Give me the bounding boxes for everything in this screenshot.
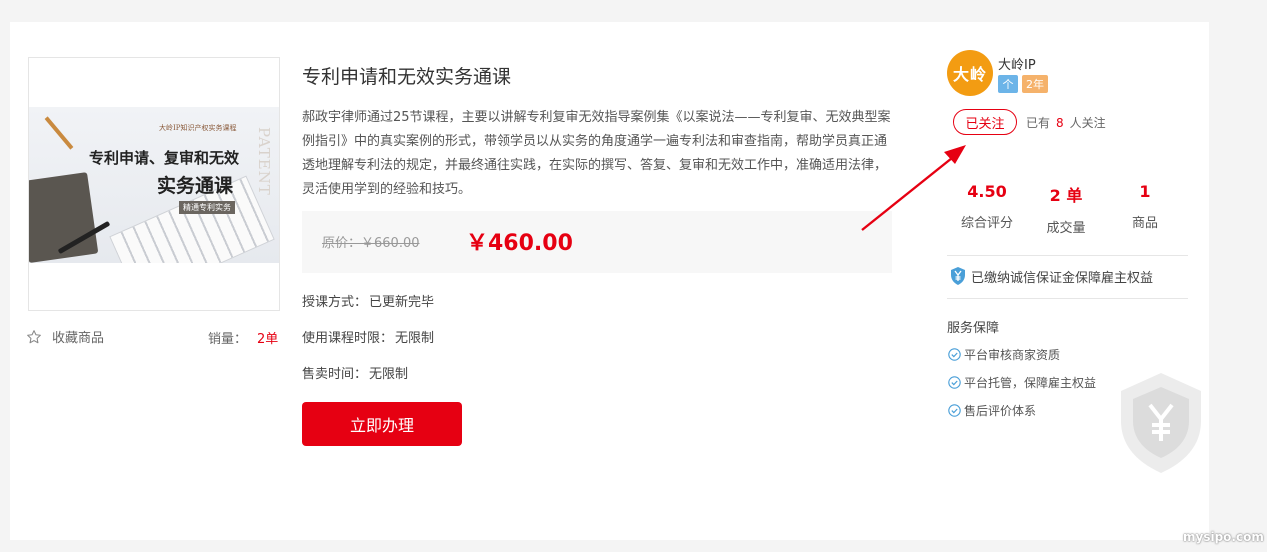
site-watermark: mysipo.com bbox=[1183, 530, 1264, 544]
stat-label: 成交量 bbox=[1046, 221, 1086, 236]
banner-line-1: 专利申请、复审和无效 bbox=[89, 149, 240, 167]
sales-value: 2单 bbox=[257, 332, 279, 347]
check-circle-icon bbox=[948, 348, 961, 361]
banner-line-2: 实务通课 bbox=[157, 175, 234, 197]
sales-count: 销量： 2单 bbox=[208, 328, 278, 347]
service-label: 平台审核商家资质 bbox=[964, 348, 1061, 362]
check-circle-icon bbox=[948, 404, 961, 417]
product-title: 专利申请和无效实务通课 bbox=[302, 66, 512, 88]
product-image[interactable]: 大岭IP知识产权实务课程 专利申请、复审和无效 实务通课 精通专利实务 PATE… bbox=[28, 57, 280, 311]
sale-time-label: 售卖时间： bbox=[302, 367, 368, 382]
teaching-method: 授课方式： 已更新完毕 bbox=[302, 291, 434, 310]
service-title: 服务保障 bbox=[947, 321, 1000, 336]
shop-avatar[interactable]: 大岭 bbox=[947, 50, 993, 96]
shop-type-badge: 个 bbox=[998, 75, 1018, 93]
followers-suffix: 人关注 bbox=[1069, 116, 1106, 130]
duration-value: 无限制 bbox=[395, 331, 435, 346]
stat-label: 商品 bbox=[1131, 216, 1158, 231]
stat-rating: 4.50 综合评分 bbox=[947, 182, 1027, 231]
banner-tag: 精通专利实务 bbox=[179, 201, 235, 214]
teaching-method-label: 授课方式： bbox=[302, 295, 368, 310]
star-outline-icon bbox=[27, 329, 41, 343]
current-price: ￥460.00 bbox=[466, 231, 573, 256]
shop-years-badge: 2年 bbox=[1022, 75, 1048, 93]
product-panel: 大岭IP知识产权实务课程 专利申请、复审和无效 实务通课 精通专利实务 PATE… bbox=[10, 22, 928, 540]
service-item: 平台审核商家资质 bbox=[948, 346, 1060, 363]
shop-name[interactable]: 大岭IP bbox=[998, 54, 1036, 73]
followers-prefix: 已有 bbox=[1026, 116, 1051, 130]
stat-value: 1 bbox=[1139, 182, 1151, 201]
original-price: 原价：￥660.00 bbox=[322, 236, 420, 251]
follower-info: 已有 8 人关注 bbox=[1026, 114, 1106, 131]
service-item: 售后评价体系 bbox=[948, 402, 1036, 419]
follow-button[interactable]: 已关注 bbox=[953, 109, 1017, 135]
followers-count: 8 bbox=[1056, 116, 1064, 130]
sale-time-value: 无限制 bbox=[369, 367, 409, 382]
stat-value: 2 单 bbox=[1049, 186, 1083, 205]
sale-time: 售卖时间： 无限制 bbox=[302, 363, 408, 382]
product-description: 郝政宇律师通过25节课程，主要以讲解专利复审无效指导案例集《以案说法——专利复审… bbox=[302, 110, 891, 197]
shield-watermark-icon bbox=[1121, 373, 1201, 473]
service-label: 售后评价体系 bbox=[964, 404, 1037, 418]
shield-yen-icon bbox=[951, 267, 965, 285]
pencil-graphic bbox=[44, 116, 74, 150]
course-duration: 使用课程时限： 无限制 bbox=[302, 327, 434, 346]
service-label: 平台托管，保障雇主权益 bbox=[964, 376, 1097, 390]
service-item: 平台托管，保障雇主权益 bbox=[948, 374, 1096, 391]
buy-now-button[interactable]: 立即办理 bbox=[302, 402, 462, 446]
price-box: 原价：￥660.00 ￥460.00 bbox=[302, 211, 892, 273]
stat-products: 1 商品 bbox=[1105, 182, 1185, 231]
banner-side-word: PATENT bbox=[255, 127, 273, 196]
stat-deals: 2 单成交量 bbox=[1026, 182, 1106, 236]
duration-label: 使用课程时限： bbox=[302, 331, 394, 346]
guarantee-text: 已缴纳诚信保证金保障雇主权益 bbox=[971, 270, 1154, 286]
check-circle-icon bbox=[948, 376, 961, 389]
shop-panel: 大岭 大岭IP 个 2年 已关注 已有 8 人关注 4.50 综合评分 2 单成交量 … bbox=[928, 22, 1209, 540]
favorite-label: 收藏商品 bbox=[52, 331, 105, 346]
deposit-guarantee: 已缴纳诚信保证金保障雇主权益 bbox=[949, 266, 1153, 286]
divider bbox=[947, 255, 1188, 256]
teaching-method-value: 已更新完毕 bbox=[369, 295, 435, 310]
stat-label: 综合评分 bbox=[960, 216, 1013, 231]
sales-label: 销量： bbox=[208, 332, 248, 347]
banner-small-heading: 大岭IP知识产权实务课程 bbox=[159, 124, 237, 132]
stat-value: 4.50 bbox=[967, 182, 1007, 201]
divider bbox=[947, 298, 1188, 299]
course-banner: 大岭IP知识产权实务课程 专利申请、复审和无效 实务通课 精通专利实务 PATE… bbox=[29, 107, 279, 263]
favorite-button[interactable]: 收藏商品 bbox=[26, 327, 104, 346]
